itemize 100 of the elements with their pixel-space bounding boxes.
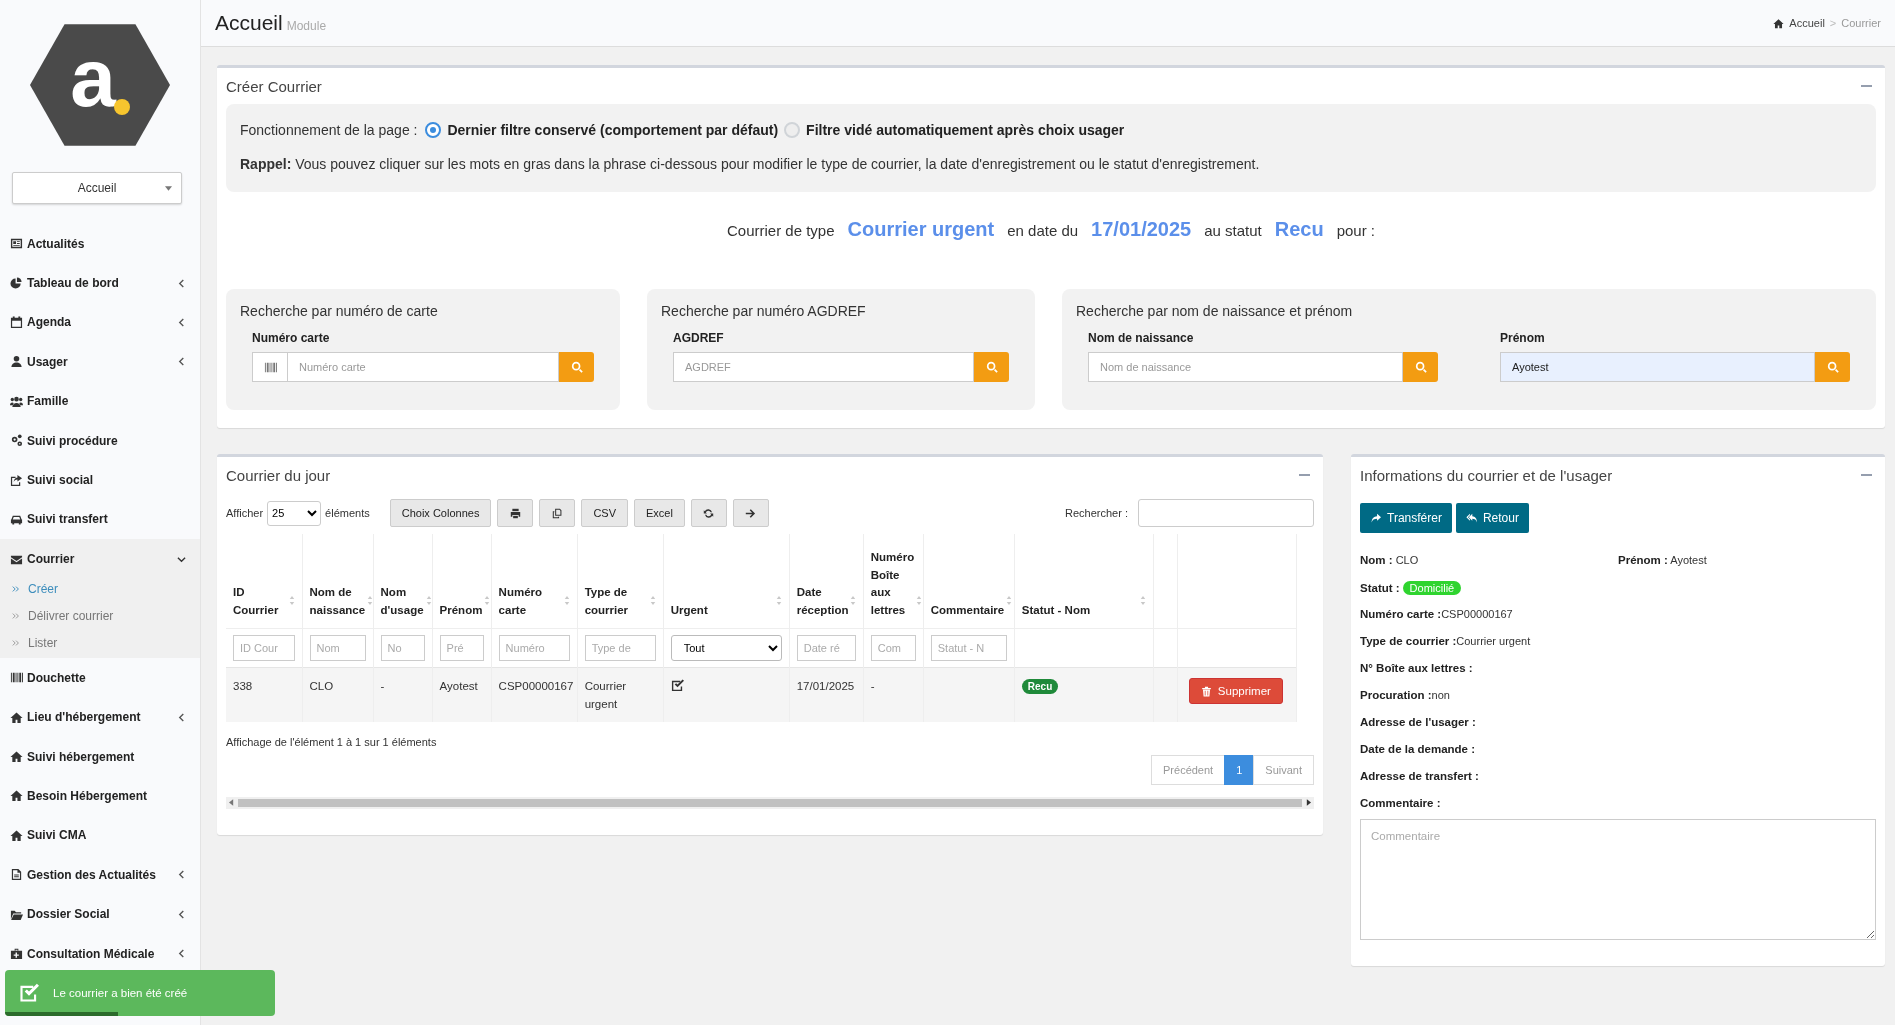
search-icon bbox=[1826, 361, 1839, 373]
filter-field[interactable]: No bbox=[380, 635, 425, 661]
menu-item[interactable]: Famille bbox=[0, 381, 200, 421]
search-field[interactable] bbox=[1138, 499, 1314, 527]
column-header[interactable]: Urgent bbox=[670, 602, 708, 620]
menu-item[interactable]: Courrier bbox=[0, 539, 200, 576]
barcode-icon bbox=[10, 671, 23, 685]
filter-field[interactable]: Nom bbox=[309, 635, 366, 661]
home-icon bbox=[1773, 17, 1785, 29]
menu-item[interactable]: Besoin Hébergement bbox=[0, 776, 200, 816]
column-header[interactable]: Numéro Boîte aux lettres bbox=[870, 548, 915, 620]
filter-field[interactable]: Com bbox=[870, 635, 916, 661]
transfer-button[interactable]: Transférer bbox=[1360, 503, 1452, 533]
menu-item[interactable]: Suivi hébergement bbox=[0, 736, 200, 777]
column-header[interactable]: Commentaire bbox=[930, 602, 1005, 620]
info-line: Commentaire : bbox=[1360, 796, 1442, 811]
filter-select[interactable]: Tout bbox=[670, 635, 782, 661]
page-subtitle: Module bbox=[286, 19, 327, 33]
return-button[interactable]: Retour bbox=[1455, 503, 1529, 533]
table-info: Affichage de l'élément 1 à 1 sur 1 éléments bbox=[226, 735, 438, 748]
refresh-button[interactable] bbox=[690, 499, 727, 527]
toolbar-button[interactable]: CSV bbox=[581, 499, 628, 527]
menu-item[interactable]: Suivi transfert bbox=[0, 499, 200, 540]
delete-button[interactable]: Supprimer bbox=[1188, 678, 1283, 704]
menu-item[interactable]: Suivi CMA bbox=[0, 815, 200, 856]
radio-label[interactable]: Filtre vidé automatiquement après choix usager bbox=[806, 122, 1125, 138]
menu-item[interactable]: Usager bbox=[0, 342, 200, 382]
comment-field[interactable]: Commentaire bbox=[1360, 819, 1876, 940]
search-button[interactable] bbox=[559, 352, 594, 382]
sort-icon[interactable] bbox=[850, 595, 857, 606]
sort-icon[interactable] bbox=[563, 595, 570, 606]
filter-field[interactable]: Statut - N bbox=[930, 635, 1007, 661]
horizontal-scrollbar[interactable] bbox=[226, 796, 1314, 809]
reply-all-icon bbox=[1465, 512, 1477, 524]
menu-item[interactable]: Suivi procédure bbox=[0, 420, 200, 461]
input-field[interactable]: Ayotest bbox=[1500, 352, 1815, 382]
collapse-icon[interactable] bbox=[1861, 84, 1872, 88]
input-field[interactable]: Numéro carte bbox=[287, 352, 559, 382]
column-header[interactable]: ID Courrier bbox=[233, 584, 287, 620]
home-icon bbox=[10, 789, 23, 803]
calendar-icon bbox=[10, 315, 23, 329]
menu-item[interactable]: Dossier Social bbox=[0, 894, 200, 934]
sort-icon[interactable] bbox=[1006, 595, 1013, 606]
submenu-item[interactable]: Délivrer courrier bbox=[0, 602, 200, 630]
gears-icon bbox=[10, 434, 23, 448]
share-arrow-icon bbox=[1370, 512, 1381, 524]
menu-item[interactable]: Tableau de bord bbox=[0, 263, 200, 303]
collapse-icon[interactable] bbox=[1861, 473, 1872, 477]
menu-item[interactable]: Agenda bbox=[0, 302, 200, 343]
menu-item[interactable]: Actualités bbox=[0, 224, 200, 264]
column-header[interactable]: Prénom bbox=[439, 602, 483, 620]
menu-item[interactable]: Consultation Médicale bbox=[0, 933, 200, 974]
menu-item[interactable]: Lieu d'hébergement bbox=[0, 697, 200, 737]
search-button[interactable] bbox=[974, 352, 1009, 382]
sort-icon[interactable] bbox=[649, 595, 656, 606]
column-header[interactable]: Date réception bbox=[796, 584, 849, 620]
field-label: Prénom bbox=[1500, 331, 1546, 345]
collapse-icon[interactable] bbox=[1299, 473, 1310, 477]
scroll-left-icon[interactable] bbox=[229, 799, 234, 807]
filter-field[interactable]: ID Cour bbox=[233, 635, 295, 661]
column-header[interactable]: Statut - Nom bbox=[1021, 602, 1091, 620]
sort-icon[interactable] bbox=[425, 595, 432, 606]
column-header[interactable]: Type de courrier bbox=[584, 584, 648, 620]
menu-item[interactable]: Suivi social bbox=[0, 460, 200, 500]
sort-icon[interactable] bbox=[367, 595, 374, 606]
column-header[interactable]: Nom d'usage bbox=[380, 584, 424, 620]
sort-icon[interactable] bbox=[484, 595, 491, 606]
menu-item[interactable]: Gestion des Actualités bbox=[0, 855, 200, 895]
menu-item[interactable]: Douchette bbox=[0, 658, 200, 698]
status-badge: Domicilié bbox=[1402, 580, 1462, 595]
radio-label[interactable]: Dernier filtre conservé (comportement par défaut) bbox=[447, 122, 779, 138]
sort-icon[interactable] bbox=[288, 595, 295, 606]
chevron-left-icon bbox=[177, 909, 186, 919]
toolbar-button[interactable]: Choix Colonnes bbox=[389, 499, 492, 527]
scroll-right-icon[interactable] bbox=[1306, 799, 1311, 807]
search-button[interactable] bbox=[1403, 352, 1438, 382]
filter-field[interactable]: Pré bbox=[439, 635, 484, 661]
arrow-button[interactable] bbox=[732, 499, 769, 527]
submenu-item[interactable]: Lister bbox=[0, 629, 200, 657]
print-button[interactable] bbox=[497, 499, 534, 527]
copy-button[interactable] bbox=[539, 499, 576, 527]
toolbar-button[interactable]: Excel bbox=[634, 499, 685, 527]
column-header[interactable]: Nom de naissance bbox=[309, 584, 366, 620]
filter-field[interactable]: Type de bbox=[584, 635, 656, 661]
search-button[interactable] bbox=[1815, 352, 1850, 382]
column-header[interactable]: Numéro carte bbox=[498, 584, 562, 620]
info-line: Numéro carte :CSP00000167 bbox=[1360, 607, 1514, 622]
sort-icon[interactable] bbox=[1139, 595, 1146, 606]
module-select[interactable]: Accueil bbox=[12, 172, 182, 204]
chevron-left-icon bbox=[177, 278, 186, 288]
input-field[interactable]: AGDREF bbox=[673, 352, 974, 382]
input-field[interactable]: Nom de naissance bbox=[1088, 352, 1403, 382]
filter-field[interactable]: Date ré bbox=[796, 635, 856, 661]
breadcrumb-link[interactable]: Accueil bbox=[1789, 17, 1825, 29]
sort-icon[interactable] bbox=[916, 595, 923, 606]
filter-field[interactable]: Numéro bbox=[498, 635, 570, 661]
page-length-select[interactable]: 25 bbox=[267, 500, 322, 526]
radio-button[interactable] bbox=[425, 122, 442, 138]
sort-icon[interactable] bbox=[775, 595, 782, 606]
panel-title: Créer Courrier bbox=[226, 77, 322, 95]
